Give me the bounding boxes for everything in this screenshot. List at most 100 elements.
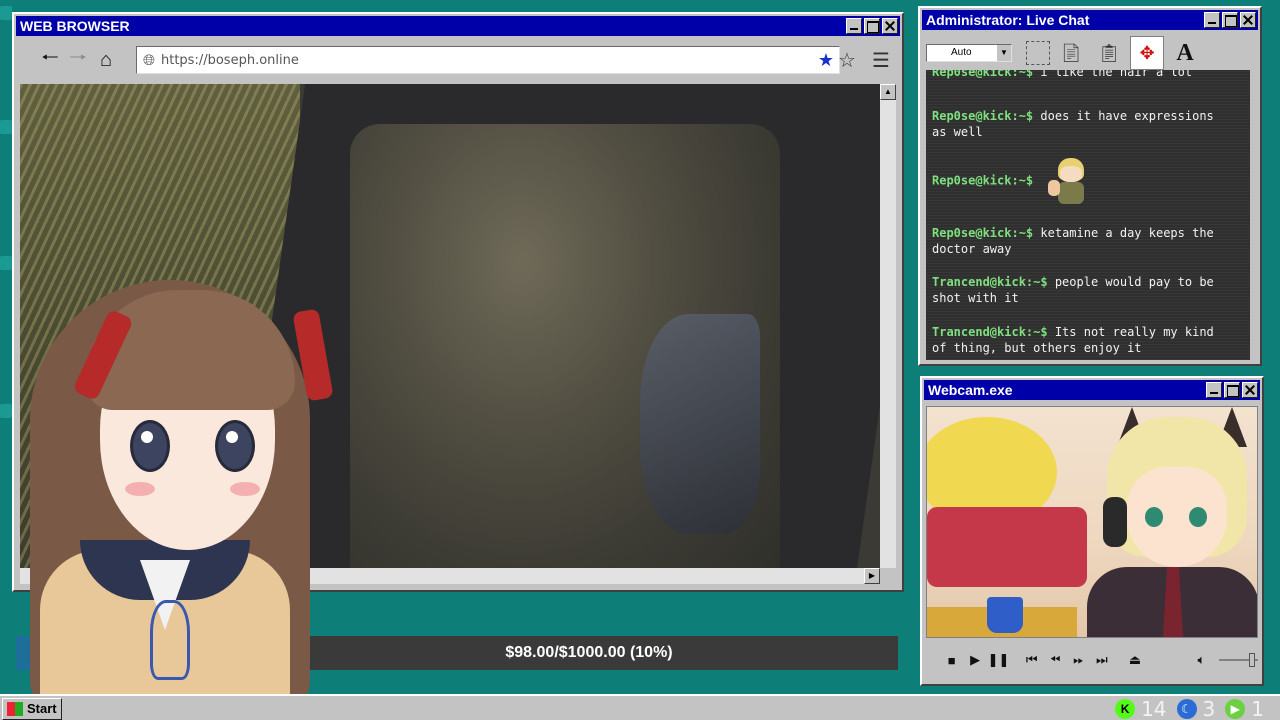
chat-titlebar[interactable]: Administrator: Live Chat	[922, 10, 1258, 30]
water-reflection	[640, 314, 760, 534]
thumbs-up-emote	[1046, 158, 1086, 204]
taskbar: Start K 14 ☾ 3 ▶ 1	[0, 694, 1280, 720]
chat-username[interactable]: Rep0se@kick:~$	[932, 109, 1033, 123]
skip-forward-icon[interactable]: ⏭︎	[1090, 648, 1113, 672]
mug	[987, 597, 1023, 633]
start-label: Start	[27, 701, 57, 716]
live-chat-window: Administrator: Live Chat Auto ▼ 📄︎ 📋︎ ✥ …	[918, 6, 1262, 366]
close-button[interactable]	[1242, 382, 1258, 398]
browser-window: WEB BROWSER 🠐 🠒 ⌂ 🌐︎ https://boseph.onli…	[12, 12, 904, 592]
kick-count: 14	[1141, 697, 1167, 720]
chat-username[interactable]: Trancend@kick:~$	[932, 325, 1048, 339]
font-size-select[interactable]: Auto ▼	[926, 44, 1012, 62]
chat-message: Rep0se@kick:~$	[932, 158, 1232, 204]
bed	[927, 507, 1087, 587]
webcam-title: Webcam.exe	[928, 382, 1013, 398]
webcam-window: Webcam.exe ■ ▶ ❚❚ ⏮︎ ⏪︎ ⏩︎ ⏭︎ ⏏︎ 🔈︎	[920, 376, 1264, 686]
desktop-icon-stub[interactable]	[0, 256, 12, 270]
horizontal-scrollbar[interactable]: ▶	[20, 568, 880, 584]
start-button[interactable]: Start	[2, 698, 62, 720]
taskbar-stub	[16, 636, 76, 670]
chat-text: shot with it	[932, 291, 1019, 305]
chat-toolbar: Auto ▼ 📄︎ 📋︎ ✥ A	[924, 34, 1256, 72]
streamer-eye-right	[1189, 507, 1207, 527]
media-controls: ■ ▶ ❚❚ ⏮︎ ⏪︎ ⏩︎ ⏭︎ ⏏︎ 🔈︎	[926, 644, 1259, 676]
goal-text: $98.00/$1000.00 (10%)	[505, 644, 673, 661]
desktop-icon-stub[interactable]	[0, 6, 12, 20]
play-circle-icon[interactable]: ▶	[1225, 699, 1246, 719]
arrow-left-icon[interactable]: 🠐	[36, 46, 64, 74]
copy-icon[interactable]: 📄︎	[1054, 36, 1088, 70]
close-button[interactable]	[1240, 12, 1256, 28]
chat-text: Its not really my kind	[1054, 325, 1214, 339]
star-outline-icon[interactable]: ☆	[834, 46, 860, 74]
chat-username[interactable]: Rep0se@kick:~$	[932, 70, 1033, 79]
volume-icon[interactable]: 🔈︎	[1190, 648, 1213, 672]
minimize-button[interactable]	[1206, 382, 1222, 398]
desktop-icon-stub[interactable]	[0, 404, 12, 418]
volume-slider[interactable]	[1219, 650, 1259, 670]
webcam-titlebar[interactable]: Webcam.exe	[924, 380, 1260, 400]
chat-username[interactable]: Rep0se@kick:~$	[932, 174, 1033, 188]
chevron-down-icon[interactable]: ▼	[997, 45, 1011, 61]
chat-log[interactable]: Rep0se@kick:~$ i like the hair a lot Rep…	[926, 70, 1256, 360]
rewind-icon[interactable]: ⏪︎	[1043, 648, 1066, 672]
url-text[interactable]: https://boseph.online	[161, 53, 813, 68]
home-icon[interactable]: ⌂	[92, 46, 120, 74]
web-content-viewport[interactable]	[20, 84, 880, 568]
maximize-button[interactable]	[1222, 12, 1238, 28]
windows-logo-icon	[7, 702, 23, 716]
font-size-value: Auto	[951, 47, 972, 58]
browser-title: WEB BROWSER	[20, 18, 130, 34]
streamer-face	[1127, 467, 1227, 567]
vertical-scrollbar[interactable]: ▲	[880, 84, 896, 568]
chat-text: ketamine a day keeps the	[1040, 226, 1214, 240]
chat-message: Trancend@kick:~$ Its not really my kind	[932, 324, 1232, 340]
stop-icon[interactable]: ■	[940, 648, 963, 672]
chat-username[interactable]: Trancend@kick:~$	[932, 275, 1048, 289]
browser-navbar: 🠐 🠒 ⌂ 🌐︎ https://boseph.online ★ ☆ ☰	[18, 40, 898, 80]
fast-forward-icon[interactable]: ⏩︎	[1067, 648, 1090, 672]
paste-icon[interactable]: 📋︎	[1092, 36, 1126, 70]
browser-titlebar[interactable]: WEB BROWSER	[16, 16, 900, 36]
font-icon[interactable]: A	[1168, 36, 1202, 70]
minimize-button[interactable]	[1204, 12, 1220, 28]
moon-icon[interactable]: ☾	[1176, 699, 1197, 719]
avatar-bow	[150, 600, 190, 680]
chat-message: Rep0se@kick:~$ i like the hair a lot	[932, 70, 1232, 80]
move-icon[interactable]: ✥	[1130, 36, 1164, 70]
maximize-button[interactable]	[1224, 382, 1240, 398]
play-icon[interactable]: ▶	[963, 648, 986, 672]
donation-goal-bar: $98.00/$1000.00 (10%)	[280, 636, 898, 670]
webcam-view	[926, 406, 1258, 638]
chat-message: Rep0se@kick:~$ ketamine a day keeps the	[932, 225, 1232, 241]
system-tray: K 14 ☾ 3 ▶ 1	[1115, 696, 1270, 720]
headset	[1103, 497, 1127, 547]
select-marquee-icon[interactable]	[1026, 41, 1050, 65]
skip-back-icon[interactable]: ⏮︎	[1020, 648, 1043, 672]
chat-title: Administrator: Live Chat	[926, 12, 1090, 28]
hamburger-icon[interactable]: ☰	[868, 46, 894, 74]
chat-text: i like the hair a lot	[1040, 70, 1193, 79]
chat-message: doctor away	[932, 241, 1232, 257]
chat-text: people would pay to be	[1054, 275, 1214, 289]
streamer-eye-left	[1145, 507, 1163, 527]
play-count: 1	[1251, 697, 1264, 720]
arrow-right-icon[interactable]: 🠒	[64, 46, 92, 74]
address-bar[interactable]: 🌐︎ https://boseph.online ★	[136, 46, 840, 74]
kick-icon[interactable]: K	[1115, 699, 1136, 719]
scroll-up-button[interactable]: ▲	[880, 84, 896, 100]
scroll-right-button[interactable]: ▶	[864, 568, 880, 584]
minimize-button[interactable]	[846, 18, 862, 34]
pause-icon[interactable]: ❚❚	[987, 648, 1010, 672]
chat-message: as well	[932, 124, 1232, 140]
chat-username[interactable]: Rep0se@kick:~$	[932, 226, 1033, 240]
maximize-button[interactable]	[864, 18, 880, 34]
chat-scrollbar[interactable]	[1250, 70, 1258, 360]
desktop-icon-stub[interactable]	[0, 120, 12, 134]
eject-icon[interactable]: ⏏︎	[1123, 648, 1146, 672]
chat-text: does it have expressions	[1040, 109, 1214, 123]
chat-message: of thing, but others enjoy it	[932, 340, 1232, 356]
moon-count: 3	[1202, 697, 1216, 720]
close-button[interactable]	[882, 18, 898, 34]
